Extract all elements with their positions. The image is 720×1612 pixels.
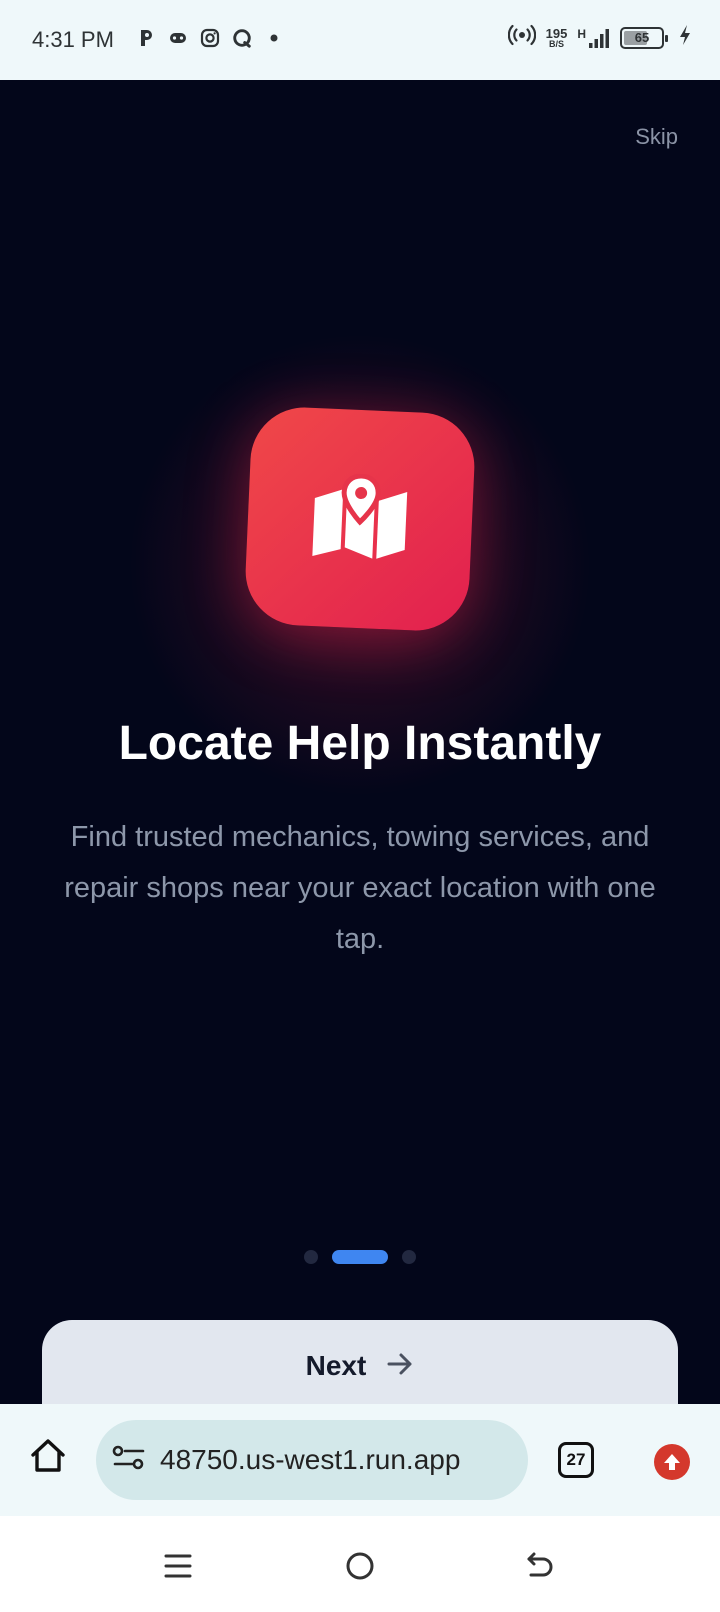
site-settings-icon[interactable] (112, 1444, 146, 1477)
p-app-icon (136, 28, 156, 48)
page-dot-3 (402, 1250, 416, 1264)
back-icon[interactable] (520, 1546, 560, 1586)
net-speed-value: 195 (545, 25, 568, 41)
address-bar[interactable]: 48750.us-west1.run.app (96, 1420, 528, 1500)
menu-icon[interactable] (158, 1546, 198, 1586)
status-time: 4:31 PM (32, 27, 114, 52)
net-speed: 195 B/S (546, 27, 568, 49)
battery-level: 65 (634, 30, 650, 45)
net-speed-unit: B/S (548, 38, 564, 49)
status-bar: 4:31 PM 195 B/S H 65 (0, 0, 720, 80)
update-icon[interactable] (654, 1444, 690, 1480)
page-dot-2-active (332, 1250, 388, 1264)
page-dot-1 (304, 1250, 318, 1264)
battery-icon: 65 (620, 26, 668, 49)
system-nav-bar (0, 1516, 720, 1612)
skip-button[interactable]: Skip (635, 124, 678, 150)
dot-icon (264, 28, 284, 48)
page-indicator (0, 1250, 720, 1264)
charging-bolt-icon (678, 24, 692, 51)
network-type: H (577, 26, 586, 41)
hotspot-icon (507, 24, 536, 51)
browser-toolbar: 48750.us-west1.run.app 27 (0, 1404, 720, 1516)
map-pin-icon (310, 471, 410, 566)
signal-icon: H (577, 27, 610, 49)
arrow-right-icon (386, 1350, 414, 1383)
onboarding-description: Find trusted mechanics, towing services,… (64, 821, 656, 955)
next-button-label: Next (305, 1350, 367, 1381)
tab-switcher-button[interactable]: 27 (558, 1442, 594, 1478)
instagram-icon (200, 28, 220, 48)
feature-icon-tile (243, 405, 477, 633)
tab-count: 27 (566, 1450, 586, 1469)
next-button[interactable]: Next (42, 1320, 678, 1404)
system-status: 195 B/S H 65 (507, 24, 692, 51)
url-text: 48750.us-west1.run.app (160, 1444, 461, 1475)
chat-bubble-icon (232, 28, 252, 48)
gamepad-icon (168, 28, 188, 48)
onboarding-screen: Skip Locate Help Instantly Find trusted … (0, 80, 720, 1404)
notification-icons (136, 28, 284, 48)
onboarding-title: Locate Help Instantly (118, 717, 602, 770)
home-icon[interactable] (28, 1436, 68, 1476)
home-circle-icon[interactable] (340, 1546, 380, 1586)
